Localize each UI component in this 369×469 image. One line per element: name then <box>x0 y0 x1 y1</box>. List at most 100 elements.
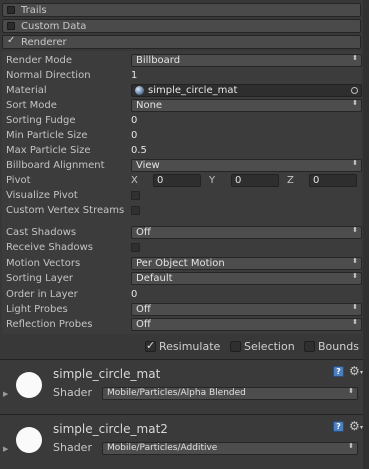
min-particle-size-label: Min Particle Size <box>6 130 88 141</box>
dropdown-arrow-icon: ⬍ <box>352 226 358 234</box>
normal-direction-field[interactable]: 1 <box>131 69 137 82</box>
render-mode-value: Billboard <box>136 55 181 66</box>
billboard-alignment-dropdown[interactable]: View ⬍ <box>131 159 362 172</box>
scene-view-toggles: ✓ Resimulate Selection Bounds <box>0 338 369 354</box>
dropdown-arrow-icon: ⬍ <box>352 54 358 62</box>
visualize-pivot-label: Visualize Pivot <box>6 190 78 201</box>
pivot-y-label: Y <box>209 175 216 186</box>
sorting-layer-row: Sorting Layer Default ⬍ <box>6 271 362 286</box>
module-trails-label: Trails <box>21 5 47 16</box>
trails-enable-checkbox[interactable] <box>7 6 15 14</box>
sorting-fudge-row: Sorting Fudge 0 <box>6 113 361 128</box>
cast-shadows-dropdown[interactable]: Off ⬍ <box>131 226 362 239</box>
billboard-alignment-value: View <box>136 160 160 171</box>
module-trails-header[interactable]: Trails <box>2 3 361 17</box>
receive-shadows-checkbox[interactable] <box>131 243 140 252</box>
material-row: Material simple_circle_mat <box>6 83 362 98</box>
selection-toggle[interactable]: Selection <box>230 340 306 354</box>
cast-shadows-row: Cast Shadows Off ⬍ <box>6 225 362 240</box>
module-renderer-label: Renderer <box>21 37 67 48</box>
resimulate-toggle[interactable]: ✓ Resimulate <box>145 339 227 354</box>
material-sphere-icon <box>135 86 144 95</box>
bounds-toggle[interactable]: Bounds <box>304 340 362 354</box>
selection-checkbox[interactable] <box>230 341 241 352</box>
resimulate-label: Resimulate <box>159 340 221 353</box>
sorting-layer-dropdown[interactable]: Default ⬍ <box>131 272 362 285</box>
dropdown-arrow-icon: ⬍ <box>348 387 354 395</box>
normal-direction-row: Normal Direction 1 <box>6 68 361 83</box>
scrollbar[interactable] <box>363 0 369 469</box>
dropdown-arrow-icon: ⬍ <box>352 318 358 326</box>
reflection-probes-label: Reflection Probes <box>6 319 93 330</box>
min-particle-size-row: Min Particle Size 0 <box>6 128 361 143</box>
reflection-probes-row: Reflection Probes Off ⬍ <box>6 317 362 332</box>
dropdown-arrow-icon: ⬍ <box>352 159 358 167</box>
visualize-pivot-row: Visualize Pivot <box>6 188 361 203</box>
material-preview-thumbnail <box>16 372 42 398</box>
pivot-z-label: Z <box>287 175 294 186</box>
pivot-y-field[interactable]: 0 <box>231 174 279 187</box>
module-custom-data-label: Custom Data <box>21 21 87 32</box>
dropdown-arrow-icon: ⬍ <box>352 257 358 265</box>
custom-vertex-streams-checkbox[interactable] <box>131 206 140 215</box>
visualize-pivot-checkbox[interactable] <box>131 191 140 200</box>
cast-shadows-value: Off <box>136 227 151 238</box>
dropdown-arrow-icon: ⬍ <box>352 303 358 311</box>
order-in-layer-field[interactable]: 0 <box>131 288 137 301</box>
motion-vectors-dropdown[interactable]: Per Object Motion ⬍ <box>131 257 362 270</box>
sort-mode-row: Sort Mode None ⬍ <box>6 98 362 113</box>
module-renderer-header[interactable]: ✓ Renderer <box>2 35 361 49</box>
render-mode-dropdown[interactable]: Billboard ⬍ <box>131 54 362 67</box>
custom-vertex-streams-label: Custom Vertex Streams <box>6 205 125 216</box>
render-mode-row: Render Mode Billboard ⬍ <box>6 53 362 68</box>
module-custom-data-header[interactable]: Custom Data <box>2 19 361 33</box>
help-icon[interactable]: ? <box>333 366 344 377</box>
pivot-row: Pivot X 0 Y 0 Z 0 <box>6 173 361 188</box>
material-name: simple_circle_mat <box>53 367 161 381</box>
motion-vectors-label: Motion Vectors <box>6 258 81 269</box>
min-particle-size-field[interactable]: 0 <box>131 129 137 142</box>
gear-icon[interactable]: ⚙ <box>349 364 360 378</box>
shader-dropdown[interactable]: Mobile/Particles/Alpha Blended ⬍ <box>102 387 358 400</box>
motion-vectors-row: Motion Vectors Per Object Motion ⬍ <box>6 256 362 271</box>
light-probes-value: Off <box>136 304 151 315</box>
shader-value: Mobile/Particles/Additive <box>107 443 218 453</box>
sorting-layer-label: Sorting Layer <box>6 273 74 284</box>
pivot-z-field[interactable]: 0 <box>309 174 357 187</box>
bounds-checkbox[interactable] <box>304 341 315 352</box>
receive-shadows-row: Receive Shadows <box>6 240 361 255</box>
max-particle-size-field[interactable]: 0.5 <box>131 144 147 157</box>
sorting-fudge-field[interactable]: 0 <box>131 114 137 127</box>
shader-value: Mobile/Particles/Alpha Blended <box>107 388 246 398</box>
receive-shadows-label: Receive Shadows <box>6 242 93 253</box>
render-mode-label: Render Mode <box>6 55 73 66</box>
reflection-probes-dropdown[interactable]: Off ⬍ <box>131 318 362 331</box>
light-probes-label: Light Probes <box>6 304 68 315</box>
sort-mode-dropdown[interactable]: None ⬍ <box>131 99 362 112</box>
custom-vertex-streams-row: Custom Vertex Streams <box>6 203 361 218</box>
max-particle-size-row: Max Particle Size 0.5 <box>6 143 361 158</box>
help-icon[interactable]: ? <box>333 421 344 432</box>
renderer-enable-checkbox[interactable]: ✓ <box>7 35 15 46</box>
gear-icon[interactable]: ⚙ <box>349 419 360 433</box>
normal-direction-label: Normal Direction <box>6 70 91 81</box>
light-probes-dropdown[interactable]: Off ⬍ <box>131 303 362 316</box>
material-label: Material <box>6 85 47 96</box>
material-object-field[interactable]: simple_circle_mat <box>131 84 362 97</box>
material-inspector-2: ▶ simple_circle_mat2 ? ⚙ ▾ Shader Mobile… <box>0 415 369 469</box>
resimulate-checkbox[interactable]: ✓ <box>145 339 156 352</box>
shader-dropdown[interactable]: Mobile/Particles/Additive ⬍ <box>102 442 358 455</box>
selection-label: Selection <box>244 340 295 353</box>
material-name: simple_circle_mat2 <box>53 422 168 436</box>
foldout-arrow-icon[interactable]: ▶ <box>3 390 8 398</box>
foldout-arrow-icon[interactable]: ▶ <box>3 445 8 453</box>
material-preview-thumbnail <box>16 427 42 453</box>
sort-mode-value: None <box>136 100 163 111</box>
order-in-layer-row: Order in Layer 0 <box>6 287 361 302</box>
pivot-x-field[interactable]: 0 <box>153 174 201 187</box>
object-picker-icon[interactable] <box>351 87 358 94</box>
sorting-fudge-label: Sorting Fudge <box>6 115 76 126</box>
bounds-label: Bounds <box>318 340 359 353</box>
order-in-layer-label: Order in Layer <box>6 289 78 300</box>
custom-data-enable-checkbox[interactable] <box>7 22 15 30</box>
